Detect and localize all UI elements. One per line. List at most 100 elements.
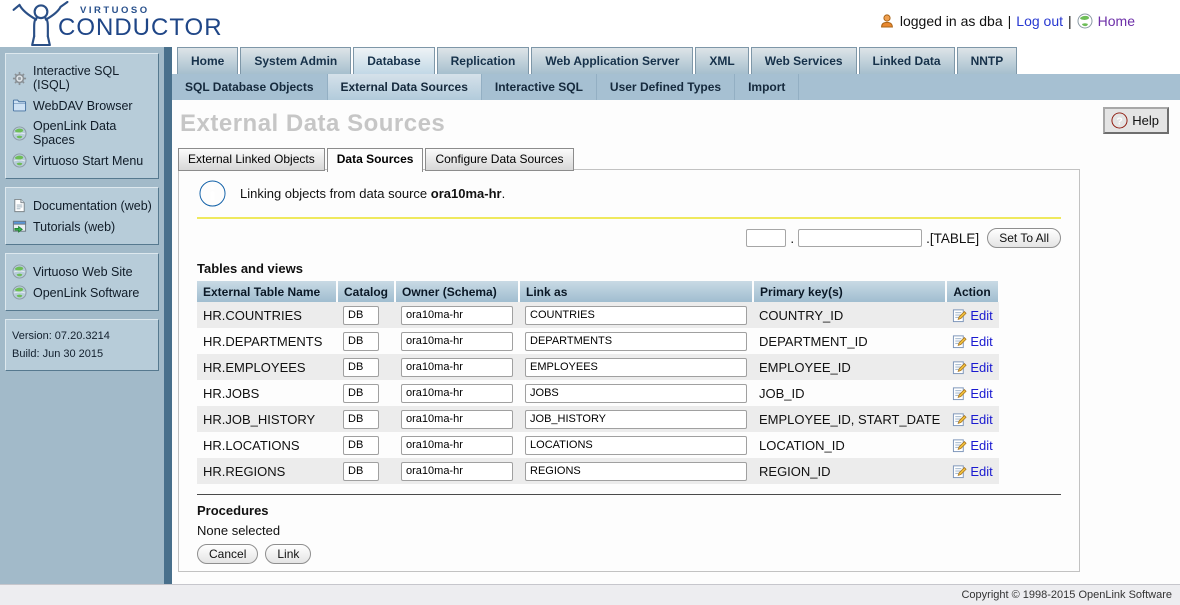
- edit-action[interactable]: Edit: [952, 386, 992, 401]
- edit-icon: [952, 386, 967, 401]
- sidebar-item-virtuoso-web-site[interactable]: Virtuoso Web Site: [10, 261, 154, 282]
- sub-tab[interactable]: Import: [735, 74, 799, 100]
- sidebar-item-label: Virtuoso Start Menu: [33, 154, 143, 168]
- link-as-input[interactable]: [525, 358, 747, 377]
- main-tab[interactable]: Database: [353, 47, 434, 74]
- owner-input[interactable]: [401, 410, 513, 429]
- help-icon: [1111, 112, 1128, 129]
- globe-icon: [12, 285, 27, 300]
- main-tab[interactable]: Replication: [437, 47, 530, 74]
- column-header-action: Action: [946, 281, 998, 302]
- column-header-owner: Owner (Schema): [395, 281, 519, 302]
- external-table-name: HR.DEPARTMENTS: [197, 328, 337, 354]
- column-header-link-as: Link as: [519, 281, 753, 302]
- table-row: HR.LOCATIONS LOCATION_ID Edit: [197, 432, 999, 458]
- owner-input[interactable]: [401, 306, 513, 325]
- catalog-input[interactable]: [343, 410, 379, 429]
- sidebar-panel-tools: Interactive SQL (ISQL) WebDAV Browser Op…: [5, 53, 159, 179]
- inner-tab[interactable]: Configure Data Sources: [425, 148, 573, 171]
- sidebar-item-tutorials[interactable]: Tutorials (web): [10, 216, 154, 237]
- content-area: External Data Sources Help External Link…: [172, 100, 1180, 584]
- edit-icon: [952, 438, 967, 453]
- sub-tab[interactable]: Interactive SQL: [482, 74, 597, 100]
- inner-tab[interactable]: External Linked Objects: [178, 148, 325, 171]
- link-as-input[interactable]: [525, 306, 747, 325]
- tables-and-views-table: External Table Name Catalog Owner (Schem…: [197, 281, 1000, 484]
- link-as-input[interactable]: [525, 332, 747, 351]
- sub-tab[interactable]: SQL Database Objects: [172, 74, 328, 100]
- edit-action[interactable]: Edit: [952, 438, 992, 453]
- main-tab[interactable]: Linked Data: [859, 47, 955, 74]
- set-to-all-button[interactable]: Set To All: [987, 228, 1061, 248]
- main-tab-label: Database: [367, 54, 420, 68]
- edit-link[interactable]: Edit: [970, 334, 992, 349]
- external-table-name: HR.JOBS: [197, 380, 337, 406]
- sub-tab[interactable]: External Data Sources: [328, 74, 482, 100]
- main-tab[interactable]: XML: [695, 47, 748, 74]
- main-tab[interactable]: Home: [177, 47, 238, 74]
- inner-tab[interactable]: Data Sources: [327, 148, 424, 172]
- main-tab[interactable]: Web Application Server: [531, 47, 693, 74]
- owner-input[interactable]: [401, 358, 513, 377]
- main-tab[interactable]: Web Services: [751, 47, 857, 74]
- set-all-owner-input[interactable]: [798, 229, 922, 247]
- sidebar-item-webdav-browser[interactable]: WebDAV Browser: [10, 95, 154, 116]
- set-to-all-row: . .[TABLE] Set To All: [197, 228, 1061, 248]
- table-row: HR.JOB_HISTORY EMPLOYEE_ID, START_DATE E…: [197, 406, 999, 432]
- edit-action[interactable]: Edit: [952, 334, 992, 349]
- cancel-button[interactable]: Cancel: [197, 544, 258, 564]
- edit-link[interactable]: Edit: [970, 412, 992, 427]
- link-as-input[interactable]: [525, 436, 747, 455]
- logo-text: VIRTUOSO CONDUCTOR: [58, 5, 223, 42]
- table-row: HR.EMPLOYEES EMPLOYEE_ID Edit: [197, 354, 999, 380]
- edit-action[interactable]: Edit: [952, 360, 992, 375]
- action-buttons: Cancel Link: [197, 544, 1061, 564]
- procedures-heading: Procedures: [197, 503, 1061, 518]
- sidebar-item-interactive-sql[interactable]: Interactive SQL (ISQL): [10, 61, 154, 95]
- folder-icon: [12, 98, 27, 113]
- link-as-input[interactable]: [525, 384, 747, 403]
- help-button[interactable]: Help: [1103, 107, 1169, 134]
- catalog-input[interactable]: [343, 358, 379, 377]
- virtuoso-conductor-logo[interactable]: VIRTUOSO CONDUCTOR: [10, 1, 223, 46]
- edit-link[interactable]: Edit: [970, 360, 992, 375]
- sidebar-item-documentation[interactable]: Documentation (web): [10, 195, 154, 216]
- info-message: Linking objects from data source ora10ma…: [197, 180, 1061, 207]
- edit-link[interactable]: Edit: [970, 438, 992, 453]
- edit-icon: [952, 334, 967, 349]
- sidebar-item-openlink-software[interactable]: OpenLink Software: [10, 282, 154, 303]
- column-header-catalog: Catalog: [337, 281, 395, 302]
- sidebar-panel-docs: Documentation (web) Tutorials (web): [5, 187, 159, 245]
- owner-input[interactable]: [401, 462, 513, 481]
- catalog-input[interactable]: [343, 436, 379, 455]
- info-suffix: .: [502, 186, 506, 201]
- set-all-catalog-input[interactable]: [746, 229, 786, 247]
- edit-link[interactable]: Edit: [970, 386, 992, 401]
- external-table-name: HR.JOB_HISTORY: [197, 406, 337, 432]
- sub-tab[interactable]: User Defined Types: [597, 74, 735, 100]
- sidebar-item-opendlink-data-spaces[interactable]: OpenLink Data Spaces: [10, 116, 154, 150]
- edit-action[interactable]: Edit: [952, 308, 992, 323]
- home-link[interactable]: Home: [1098, 13, 1135, 29]
- separator: |: [1008, 13, 1012, 29]
- edit-action[interactable]: Edit: [952, 412, 992, 427]
- link-as-input[interactable]: [525, 462, 747, 481]
- edit-link[interactable]: Edit: [970, 464, 992, 479]
- catalog-input[interactable]: [343, 462, 379, 481]
- logout-link[interactable]: Log out: [1016, 13, 1063, 29]
- sidebar-item-virtuoso-start-menu[interactable]: Virtuoso Start Menu: [10, 150, 154, 171]
- main-tab-label: Web Services: [765, 54, 843, 68]
- link-button[interactable]: Link: [265, 544, 311, 564]
- catalog-input[interactable]: [343, 384, 379, 403]
- owner-input[interactable]: [401, 332, 513, 351]
- catalog-input[interactable]: [343, 332, 379, 351]
- edit-link[interactable]: Edit: [970, 308, 992, 323]
- owner-input[interactable]: [401, 384, 513, 403]
- edit-action[interactable]: Edit: [952, 464, 992, 479]
- globe-icon: [12, 264, 27, 279]
- main-tab[interactable]: NNTP: [957, 47, 1018, 74]
- link-as-input[interactable]: [525, 410, 747, 429]
- owner-input[interactable]: [401, 436, 513, 455]
- catalog-input[interactable]: [343, 306, 379, 325]
- main-tab[interactable]: System Admin: [240, 47, 351, 74]
